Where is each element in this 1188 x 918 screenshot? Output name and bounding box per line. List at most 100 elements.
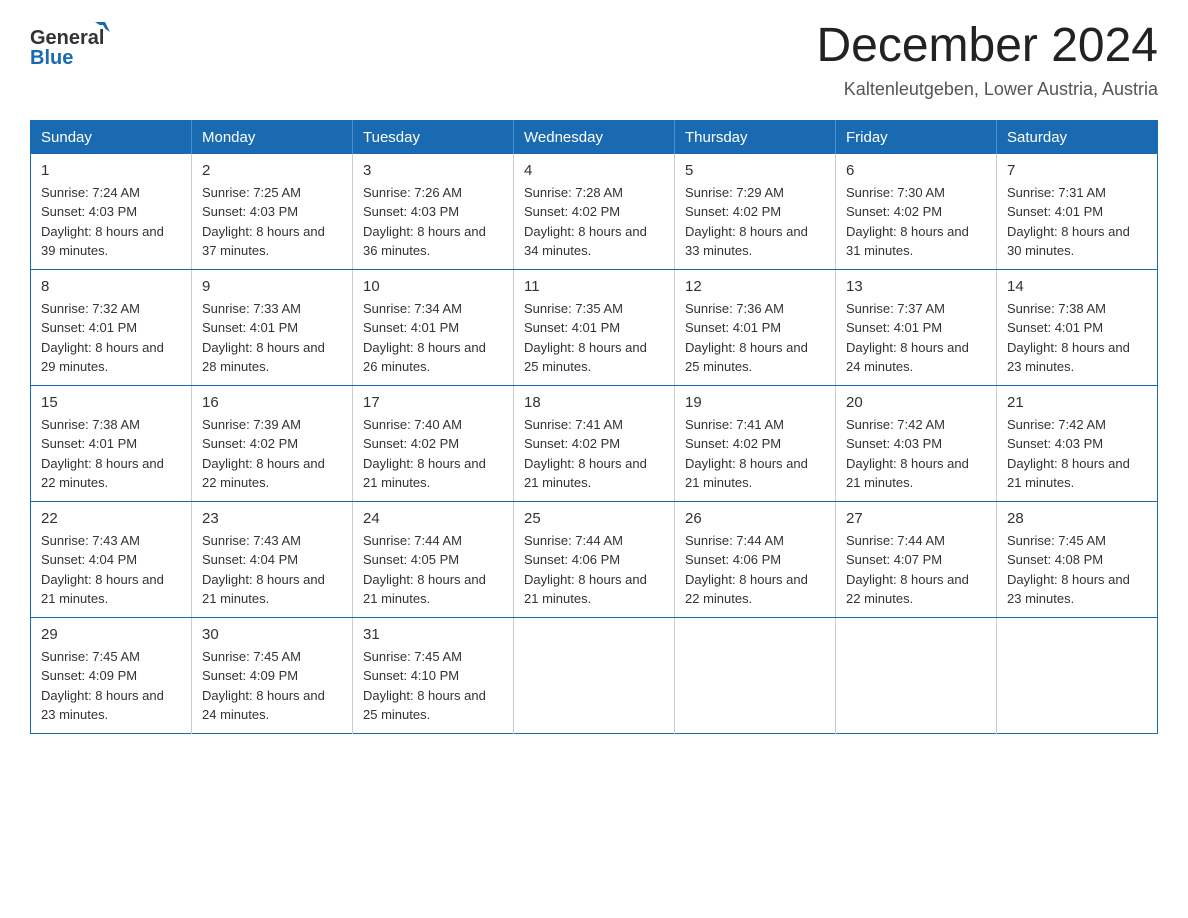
weekday-header-tuesday: Tuesday	[353, 120, 514, 154]
day-number: 25	[524, 510, 664, 527]
calendar-day-cell: 27 Sunrise: 7:44 AMSunset: 4:07 PMDaylig…	[836, 501, 997, 617]
day-info: Sunrise: 7:45 AMSunset: 4:10 PMDaylight:…	[363, 649, 486, 723]
weekday-header-row: SundayMondayTuesdayWednesdayThursdayFrid…	[31, 120, 1158, 154]
calendar-day-cell: 18 Sunrise: 7:41 AMSunset: 4:02 PMDaylig…	[514, 385, 675, 501]
day-number: 24	[363, 510, 503, 527]
day-info: Sunrise: 7:43 AMSunset: 4:04 PMDaylight:…	[41, 533, 164, 607]
day-number: 15	[41, 394, 181, 411]
day-number: 26	[685, 510, 825, 527]
day-number: 7	[1007, 162, 1147, 179]
calendar-week-row: 22 Sunrise: 7:43 AMSunset: 4:04 PMDaylig…	[31, 501, 1158, 617]
day-info: Sunrise: 7:39 AMSunset: 4:02 PMDaylight:…	[202, 417, 325, 491]
day-number: 23	[202, 510, 342, 527]
day-info: Sunrise: 7:32 AMSunset: 4:01 PMDaylight:…	[41, 301, 164, 375]
svg-text:Blue: Blue	[30, 47, 73, 69]
day-number: 30	[202, 626, 342, 643]
day-info: Sunrise: 7:44 AMSunset: 4:07 PMDaylight:…	[846, 533, 969, 607]
day-number: 29	[41, 626, 181, 643]
calendar-day-cell: 24 Sunrise: 7:44 AMSunset: 4:05 PMDaylig…	[353, 501, 514, 617]
day-info: Sunrise: 7:37 AMSunset: 4:01 PMDaylight:…	[846, 301, 969, 375]
day-info: Sunrise: 7:26 AMSunset: 4:03 PMDaylight:…	[363, 185, 486, 259]
day-info: Sunrise: 7:30 AMSunset: 4:02 PMDaylight:…	[846, 185, 969, 259]
calendar-day-cell: 23 Sunrise: 7:43 AMSunset: 4:04 PMDaylig…	[192, 501, 353, 617]
weekday-header-friday: Friday	[836, 120, 997, 154]
day-number: 13	[846, 278, 986, 295]
day-info: Sunrise: 7:35 AMSunset: 4:01 PMDaylight:…	[524, 301, 647, 375]
location-title: Kaltenleutgeben, Lower Austria, Austria	[816, 79, 1158, 100]
day-number: 17	[363, 394, 503, 411]
day-info: Sunrise: 7:29 AMSunset: 4:02 PMDaylight:…	[685, 185, 808, 259]
weekday-header-sunday: Sunday	[31, 120, 192, 154]
day-info: Sunrise: 7:44 AMSunset: 4:06 PMDaylight:…	[524, 533, 647, 607]
calendar-day-cell: 1 Sunrise: 7:24 AMSunset: 4:03 PMDayligh…	[31, 154, 192, 270]
day-info: Sunrise: 7:33 AMSunset: 4:01 PMDaylight:…	[202, 301, 325, 375]
calendar-day-cell: 13 Sunrise: 7:37 AMSunset: 4:01 PMDaylig…	[836, 269, 997, 385]
month-title: December 2024	[816, 20, 1158, 73]
day-info: Sunrise: 7:25 AMSunset: 4:03 PMDaylight:…	[202, 185, 325, 259]
day-info: Sunrise: 7:44 AMSunset: 4:05 PMDaylight:…	[363, 533, 486, 607]
calendar-day-cell: 25 Sunrise: 7:44 AMSunset: 4:06 PMDaylig…	[514, 501, 675, 617]
day-info: Sunrise: 7:42 AMSunset: 4:03 PMDaylight:…	[846, 417, 969, 491]
day-number: 22	[41, 510, 181, 527]
weekday-header-saturday: Saturday	[997, 120, 1158, 154]
day-info: Sunrise: 7:45 AMSunset: 4:08 PMDaylight:…	[1007, 533, 1130, 607]
day-number: 9	[202, 278, 342, 295]
calendar-day-cell: 26 Sunrise: 7:44 AMSunset: 4:06 PMDaylig…	[675, 501, 836, 617]
calendar-day-cell: 28 Sunrise: 7:45 AMSunset: 4:08 PMDaylig…	[997, 501, 1158, 617]
day-number: 14	[1007, 278, 1147, 295]
title-block: December 2024 Kaltenleutgeben, Lower Aus…	[816, 20, 1158, 100]
calendar-day-cell	[997, 617, 1158, 733]
calendar-day-cell: 17 Sunrise: 7:40 AMSunset: 4:02 PMDaylig…	[353, 385, 514, 501]
logo-svg: General Blue	[30, 20, 110, 75]
calendar-week-row: 8 Sunrise: 7:32 AMSunset: 4:01 PMDayligh…	[31, 269, 1158, 385]
day-number: 6	[846, 162, 986, 179]
calendar-week-row: 1 Sunrise: 7:24 AMSunset: 4:03 PMDayligh…	[31, 154, 1158, 270]
calendar-day-cell: 3 Sunrise: 7:26 AMSunset: 4:03 PMDayligh…	[353, 154, 514, 270]
day-info: Sunrise: 7:36 AMSunset: 4:01 PMDaylight:…	[685, 301, 808, 375]
calendar-day-cell: 5 Sunrise: 7:29 AMSunset: 4:02 PMDayligh…	[675, 154, 836, 270]
calendar-day-cell: 20 Sunrise: 7:42 AMSunset: 4:03 PMDaylig…	[836, 385, 997, 501]
day-number: 10	[363, 278, 503, 295]
calendar-day-cell: 11 Sunrise: 7:35 AMSunset: 4:01 PMDaylig…	[514, 269, 675, 385]
weekday-header-monday: Monday	[192, 120, 353, 154]
day-info: Sunrise: 7:40 AMSunset: 4:02 PMDaylight:…	[363, 417, 486, 491]
day-info: Sunrise: 7:45 AMSunset: 4:09 PMDaylight:…	[41, 649, 164, 723]
day-info: Sunrise: 7:41 AMSunset: 4:02 PMDaylight:…	[685, 417, 808, 491]
day-number: 4	[524, 162, 664, 179]
day-number: 8	[41, 278, 181, 295]
calendar-week-row: 15 Sunrise: 7:38 AMSunset: 4:01 PMDaylig…	[31, 385, 1158, 501]
day-number: 3	[363, 162, 503, 179]
calendar-day-cell: 15 Sunrise: 7:38 AMSunset: 4:01 PMDaylig…	[31, 385, 192, 501]
day-number: 19	[685, 394, 825, 411]
calendar-day-cell: 16 Sunrise: 7:39 AMSunset: 4:02 PMDaylig…	[192, 385, 353, 501]
calendar-week-row: 29 Sunrise: 7:45 AMSunset: 4:09 PMDaylig…	[31, 617, 1158, 733]
calendar-day-cell: 6 Sunrise: 7:30 AMSunset: 4:02 PMDayligh…	[836, 154, 997, 270]
day-number: 27	[846, 510, 986, 527]
day-info: Sunrise: 7:43 AMSunset: 4:04 PMDaylight:…	[202, 533, 325, 607]
calendar-day-cell: 12 Sunrise: 7:36 AMSunset: 4:01 PMDaylig…	[675, 269, 836, 385]
day-info: Sunrise: 7:34 AMSunset: 4:01 PMDaylight:…	[363, 301, 486, 375]
calendar-day-cell: 10 Sunrise: 7:34 AMSunset: 4:01 PMDaylig…	[353, 269, 514, 385]
calendar-day-cell: 9 Sunrise: 7:33 AMSunset: 4:01 PMDayligh…	[192, 269, 353, 385]
page-header: General Blue December 2024 Kaltenleutgeb…	[30, 20, 1158, 100]
day-number: 11	[524, 278, 664, 295]
day-number: 20	[846, 394, 986, 411]
day-number: 12	[685, 278, 825, 295]
calendar-day-cell	[514, 617, 675, 733]
calendar-day-cell: 31 Sunrise: 7:45 AMSunset: 4:10 PMDaylig…	[353, 617, 514, 733]
day-info: Sunrise: 7:24 AMSunset: 4:03 PMDaylight:…	[41, 185, 164, 259]
calendar-day-cell: 22 Sunrise: 7:43 AMSunset: 4:04 PMDaylig…	[31, 501, 192, 617]
calendar-table: SundayMondayTuesdayWednesdayThursdayFrid…	[30, 120, 1158, 734]
calendar-day-cell: 21 Sunrise: 7:42 AMSunset: 4:03 PMDaylig…	[997, 385, 1158, 501]
calendar-day-cell: 4 Sunrise: 7:28 AMSunset: 4:02 PMDayligh…	[514, 154, 675, 270]
day-info: Sunrise: 7:38 AMSunset: 4:01 PMDaylight:…	[1007, 301, 1130, 375]
calendar-day-cell: 2 Sunrise: 7:25 AMSunset: 4:03 PMDayligh…	[192, 154, 353, 270]
calendar-day-cell	[675, 617, 836, 733]
calendar-day-cell: 29 Sunrise: 7:45 AMSunset: 4:09 PMDaylig…	[31, 617, 192, 733]
day-info: Sunrise: 7:41 AMSunset: 4:02 PMDaylight:…	[524, 417, 647, 491]
day-number: 18	[524, 394, 664, 411]
day-info: Sunrise: 7:42 AMSunset: 4:03 PMDaylight:…	[1007, 417, 1130, 491]
calendar-day-cell: 19 Sunrise: 7:41 AMSunset: 4:02 PMDaylig…	[675, 385, 836, 501]
day-number: 28	[1007, 510, 1147, 527]
calendar-day-cell: 30 Sunrise: 7:45 AMSunset: 4:09 PMDaylig…	[192, 617, 353, 733]
